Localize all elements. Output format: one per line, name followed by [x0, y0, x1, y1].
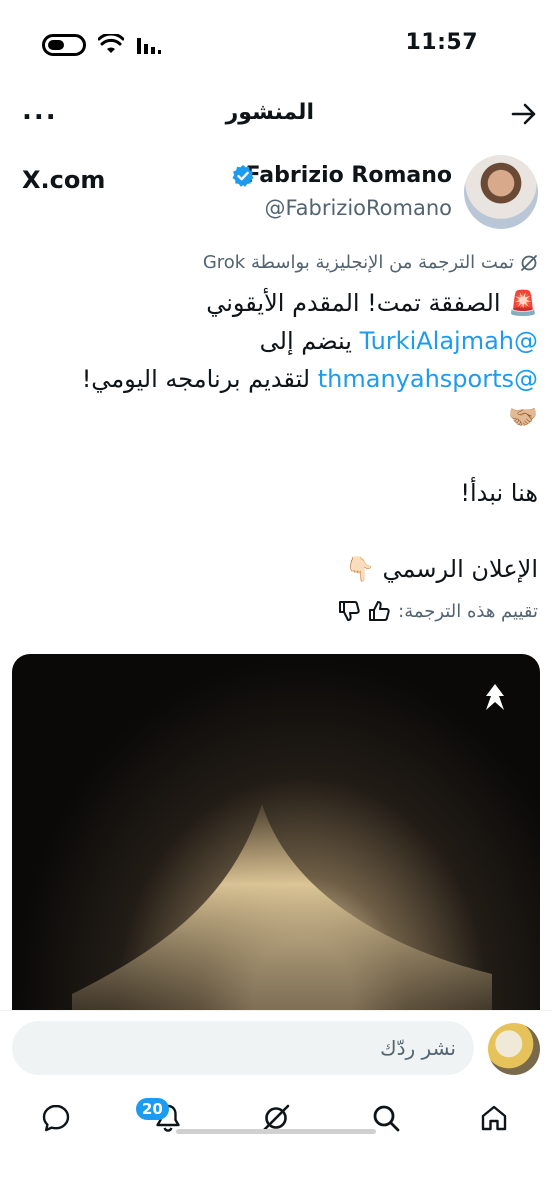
notifications-badge: 20 — [136, 1098, 169, 1120]
thumbs-down-icon[interactable] — [338, 600, 360, 622]
mention-thmanyah[interactable]: @thmanyahsports — [318, 365, 538, 393]
post-line-5: هنا نبدأ! — [460, 479, 538, 507]
reply-input[interactable]: نشر ردّك — [12, 1021, 474, 1075]
arrow-right-icon — [511, 103, 536, 125]
author-avatar[interactable] — [464, 155, 538, 229]
translation-note-text: تمت الترجمة من الإنجليزية بواسطة Grok — [202, 252, 514, 273]
nav-messages[interactable] — [38, 1100, 74, 1136]
post-line-4: 🤝🏼 — [508, 403, 538, 431]
bottom-nav: 20 — [0, 1086, 552, 1152]
status-time: 11:57 — [405, 30, 478, 55]
post-line-2-rest: ينضم إلى — [259, 327, 360, 355]
wifi-icon — [98, 34, 124, 53]
post-header: ... المنشور — [0, 88, 552, 144]
post-line-3: @thmanyahsports لتقديم برنامجه اليومي! — [14, 360, 538, 398]
post-line-1: 🚨 الصفقة تمت! المقدم الأيقوني — [206, 289, 538, 317]
thmanyah-logo-icon — [486, 684, 504, 710]
verified-badge-icon — [232, 165, 254, 187]
post-line-6: الإعلان الرسمي 👇🏻 — [345, 555, 538, 583]
status-bar: 11:57 — [0, 0, 552, 88]
signal-icon — [137, 38, 161, 54]
page-title: المنشور — [225, 100, 314, 125]
post-media[interactable] — [12, 654, 540, 1014]
status-icons — [42, 34, 162, 56]
rate-translation-label: تقييم هذه الترجمة: — [398, 600, 538, 622]
home-indicator — [176, 1129, 376, 1134]
translation-note: تمت الترجمة من الإنجليزية بواسطة Grok — [203, 252, 538, 273]
search-icon — [373, 1105, 400, 1132]
source-xcom-logo: X.com — [22, 166, 106, 194]
author-name[interactable]: Fabrizio Romano — [246, 163, 452, 188]
mention-turki[interactable]: @TurkiAlajmah — [360, 327, 538, 355]
user-avatar[interactable] — [488, 1023, 540, 1075]
battery-icon — [42, 34, 86, 56]
more-options-button[interactable]: ... — [22, 96, 58, 126]
grok-icon — [521, 254, 537, 271]
post-blank-line — [14, 436, 538, 474]
reply-bar: نشر ردّك — [0, 1010, 552, 1086]
author-handle[interactable]: @FabrizioRomano — [264, 196, 452, 220]
message-icon — [42, 1104, 70, 1132]
rate-translation-row: تقييم هذه الترجمة: — [338, 600, 538, 622]
home-icon — [481, 1105, 507, 1131]
media-peak-shape — [72, 804, 492, 1014]
nav-home[interactable] — [476, 1100, 512, 1136]
post-line-3-rest: لتقديم برنامجه اليومي! — [81, 365, 318, 393]
post-body: 🚨 الصفقة تمت! المقدم الأيقوني @TurkiAlaj… — [14, 284, 538, 588]
back-button[interactable] — [508, 98, 540, 130]
post-blank-line — [14, 512, 538, 550]
thumbs-up-icon[interactable] — [368, 600, 390, 622]
post-line-2: @TurkiAlajmah ينضم إلى — [14, 322, 538, 360]
